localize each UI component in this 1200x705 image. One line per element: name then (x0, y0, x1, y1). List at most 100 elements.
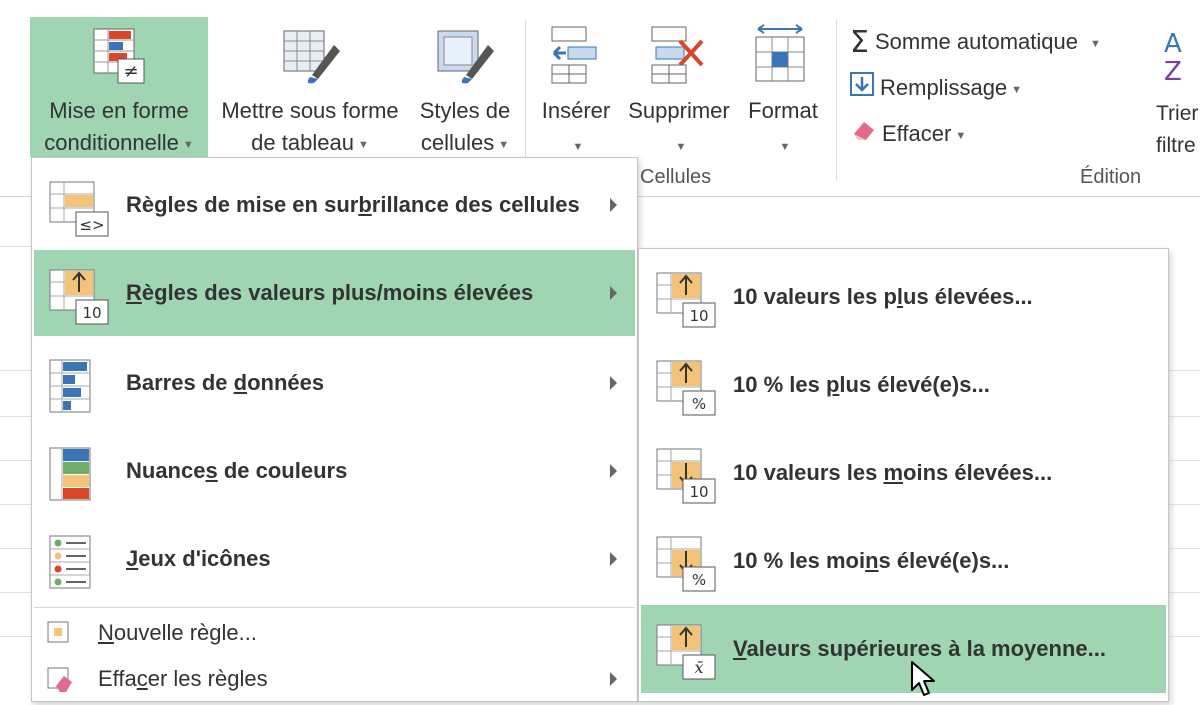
above-average-icon: x̄ (655, 623, 719, 686)
sort-az-icon: AZ (1162, 28, 1198, 93)
conditional-formatting-label-1: Mise en forme (49, 98, 189, 123)
submenu-item-label: 10 % les plus élevé(e)s... (733, 372, 990, 397)
ribbon-separator (836, 20, 837, 180)
grid-line (1168, 636, 1200, 637)
svg-text:10: 10 (689, 307, 708, 325)
grid-line (1168, 504, 1200, 505)
format-as-table-icon (282, 27, 342, 95)
menu-item-new-rule[interactable]: Nouvelle règle... (34, 610, 635, 656)
dropdown-caret-icon: ▼ (357, 139, 369, 151)
menu-item-data-bars[interactable]: Barres de données (34, 340, 635, 426)
eraser-icon (850, 117, 876, 153)
submenu-item-above-average[interactable]: x̄ Valeurs supérieures à la moyenne... (641, 605, 1166, 693)
submenu-item-label: 10 valeurs les plus élevées... (733, 284, 1033, 309)
format-label: Format (748, 98, 818, 123)
format-cells-icon (752, 23, 812, 93)
icon-sets-icon (48, 534, 112, 597)
top-10-icon: 10 (655, 271, 719, 334)
dropdown-caret-icon: ▼ (572, 141, 584, 153)
sort-filter-label-2: filtre (1156, 134, 1196, 157)
mouse-cursor-icon (910, 660, 940, 705)
autosum-button[interactable]: Σ Somme automatique ▼ (850, 24, 1101, 60)
delete-button[interactable]: Supprimer ▼ (620, 17, 738, 157)
grid-line (1168, 592, 1200, 593)
group-label-cells: Cellules (640, 166, 712, 188)
sort-filter-label-1: Trier (1156, 102, 1199, 125)
clear-rules-icon (46, 666, 74, 699)
menu-item-highlight-cells-rules[interactable]: ≤> Règles de mise en surbrillance des ce… (34, 162, 635, 248)
submenu-item-top-10-items[interactable]: 10 10 valeurs les plus élevées... (641, 253, 1166, 341)
delete-label: Supprimer (628, 98, 730, 123)
submenu-arrow-icon (610, 286, 617, 300)
format-button[interactable]: Format ▼ (740, 17, 826, 157)
bottom-10-icon: 10 (655, 447, 719, 510)
submenu-item-label: 10 % les moins élevé(e)s... (733, 548, 1010, 573)
conditional-formatting-icon: ≠ (92, 27, 148, 95)
menu-item-label: Jeux d'icônes (126, 546, 271, 571)
menu-item-label: Nuances de couleurs (126, 458, 348, 483)
fill-down-icon (850, 71, 874, 107)
clear-button[interactable]: Effacer ▼ (850, 116, 966, 152)
dropdown-caret-icon: ▼ (955, 130, 967, 142)
menu-item-color-scales[interactable]: Nuances de couleurs (34, 428, 635, 514)
grid-line (1168, 460, 1200, 461)
submenu-arrow-icon (610, 376, 617, 390)
menu-item-label: Règles de mise en surbrillance des cellu… (126, 192, 580, 217)
dropdown-caret-icon: ▼ (675, 141, 687, 153)
insert-button[interactable]: Insérer ▼ (536, 17, 616, 157)
menu-item-label: Nouvelle règle... (98, 620, 257, 645)
highlight-cells-rules-icon: ≤> (48, 180, 112, 243)
dropdown-caret-icon: ▼ (182, 139, 194, 151)
top-bottom-rules-icon: 10 (48, 268, 112, 331)
submenu-arrow-icon (610, 552, 617, 566)
group-label-editing: Édition (1080, 166, 1142, 188)
top-bottom-rules-submenu: 10 10 valeurs les plus élevées... % 10 %… (638, 248, 1169, 702)
submenu-item-bottom-10-percent[interactable]: % 10 % les moins élevé(e)s... (641, 517, 1166, 605)
top-10-percent-icon: % (655, 359, 719, 422)
menu-item-icon-sets[interactable]: Jeux d'icônes (34, 516, 635, 602)
bottom-10-percent-icon: % (655, 535, 719, 598)
submenu-item-label: 10 valeurs les moins élevées... (733, 460, 1053, 485)
menu-item-top-bottom-rules[interactable]: 10 Règles des valeurs plus/moins élevées (34, 250, 635, 336)
menu-item-label: Barres de données (126, 370, 325, 395)
highlight-badge: ≤> (79, 216, 104, 234)
top-bottom-badge: 10 (82, 304, 101, 322)
svg-text:A: A (1164, 29, 1182, 59)
dropdown-caret-icon: ▼ (779, 141, 791, 153)
format-as-table-label-1: Mettre sous forme (221, 98, 399, 123)
menu-item-clear-rules[interactable]: Effacer les règles (34, 656, 635, 702)
svg-text:%: % (692, 571, 706, 589)
cell-styles-label-2: cellules (420, 130, 495, 155)
svg-text:10: 10 (689, 483, 708, 501)
svg-text:≠: ≠ (123, 61, 138, 82)
submenu-item-top-10-percent[interactable]: % 10 % les plus élevé(e)s... (641, 341, 1166, 429)
cell-styles-icon (434, 27, 496, 95)
format-as-table-button[interactable]: Mettre sous forme de tableau ▼ (210, 17, 410, 157)
data-bars-icon (48, 358, 112, 421)
submenu-arrow-icon (610, 198, 617, 212)
submenu-item-bottom-10-items[interactable]: 10 10 valeurs les moins élevées... (641, 429, 1166, 517)
menu-divider (34, 607, 635, 608)
cell-styles-button[interactable]: Styles de cellules ▼ (412, 17, 518, 157)
menu-item-label: Règles des valeurs plus/moins élevées (126, 280, 534, 305)
conditional-formatting-menu: ≤> Règles de mise en surbrillance des ce… (31, 157, 638, 702)
dropdown-caret-icon: ▼ (498, 139, 510, 151)
clear-label: Effacer (882, 121, 952, 146)
grid-line (1168, 370, 1200, 371)
fill-button[interactable]: Remplissage ▼ (850, 70, 1022, 106)
conditional-formatting-button[interactable]: ≠ Mise en forme conditionnelle ▼ (30, 17, 208, 157)
delete-cells-icon (650, 25, 710, 93)
new-rule-icon (46, 620, 72, 651)
sort-filter-button[interactable]: AZ Trier filtre (1156, 24, 1200, 160)
conditional-formatting-label-2: conditionnelle (44, 130, 179, 155)
dropdown-caret-icon: ▼ (1011, 84, 1023, 96)
autosum-label: Somme automatique (874, 29, 1078, 54)
cell-styles-label-1: Styles de (419, 98, 511, 123)
insert-cells-icon (550, 25, 602, 93)
submenu-arrow-icon (610, 464, 617, 478)
svg-text:Z: Z (1164, 57, 1182, 84)
color-scales-icon (48, 446, 112, 509)
format-as-table-label-2: de tableau (251, 130, 354, 155)
submenu-arrow-icon (610, 672, 617, 686)
svg-text:%: % (692, 395, 706, 413)
